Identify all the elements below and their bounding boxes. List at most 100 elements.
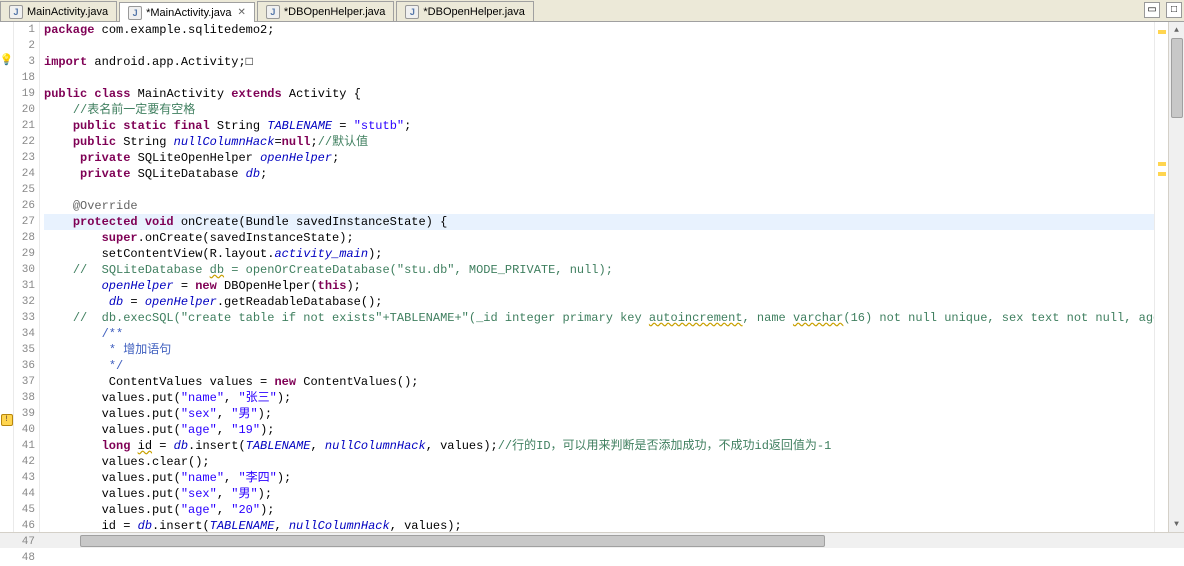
code-line[interactable]: super.onCreate(savedInstanceState); [44, 230, 1154, 246]
code-line[interactable]: //表名前一定要有空格 [44, 102, 1154, 118]
line-marker [0, 517, 13, 532]
line-number: 18 [14, 70, 39, 86]
line-number: 48 [14, 550, 39, 566]
line-number: 22 [14, 134, 39, 150]
line-number: 25 [14, 182, 39, 198]
code-line[interactable]: */ [44, 358, 1154, 374]
lightbulb-icon[interactable]: 💡 [1, 54, 13, 66]
line-marker [0, 112, 13, 127]
code-line[interactable]: import android.app.Activity;□ [44, 54, 1154, 70]
line-marker [0, 217, 13, 232]
code-line[interactable]: private SQLiteOpenHelper openHelper; [44, 150, 1154, 166]
code-line[interactable]: values.clear(); [44, 454, 1154, 470]
line-number: 24 [14, 166, 39, 182]
line-marker [0, 187, 13, 202]
code-line[interactable]: values.put("sex", "男"); [44, 406, 1154, 422]
code-line[interactable] [44, 182, 1154, 198]
code-content[interactable]: package com.example.sqlitedemo2; import a… [40, 22, 1154, 532]
line-number: 36 [14, 358, 39, 374]
line-number: 21 [14, 118, 39, 134]
line-marker [0, 37, 13, 52]
line-marker [0, 97, 13, 112]
line-number: 33 [14, 310, 39, 326]
minimize-icon[interactable]: ▭ [1144, 2, 1160, 18]
line-number: 37 [14, 374, 39, 390]
code-line[interactable]: id = db.insert(TABLENAME, nullColumnHack… [44, 518, 1154, 532]
code-line[interactable]: public class MainActivity extends Activi… [44, 86, 1154, 102]
line-marker [0, 472, 13, 487]
line-number: 30 [14, 262, 39, 278]
line-marker [0, 442, 13, 457]
tab-label: *DBOpenHelper.java [423, 6, 525, 18]
java-file-icon: J [128, 6, 142, 20]
line-number: 19 [14, 86, 39, 102]
code-line[interactable]: db = openHelper.getReadableDatabase(); [44, 294, 1154, 310]
code-line[interactable]: // db.execSQL("create table if not exist… [44, 310, 1154, 326]
code-line[interactable]: public String nullColumnHack=null;//默认值 [44, 134, 1154, 150]
line-marker [0, 367, 13, 382]
line-number: 20 [14, 102, 39, 118]
code-line[interactable]: setContentView(R.layout.activity_main); [44, 246, 1154, 262]
java-file-icon: J [266, 5, 280, 19]
code-line[interactable]: /** [44, 326, 1154, 342]
java-file-icon: J [9, 5, 23, 19]
line-marker [0, 67, 13, 82]
line-marker [0, 382, 13, 397]
vertical-scrollbar[interactable]: ▲ ▼ [1168, 22, 1184, 532]
code-line[interactable] [44, 70, 1154, 86]
tab-0[interactable]: J MainActivity.java [0, 1, 117, 21]
line-marker [0, 427, 13, 442]
code-line[interactable] [44, 38, 1154, 54]
warning-icon[interactable]: ! [1, 414, 13, 426]
line-marker [0, 262, 13, 277]
line-marker [0, 337, 13, 352]
code-line[interactable]: values.put("age", "20"); [44, 502, 1154, 518]
scroll-up-icon[interactable]: ▲ [1169, 22, 1184, 38]
line-number: 35 [14, 342, 39, 358]
horizontal-scrollbar[interactable] [0, 532, 1184, 548]
code-line[interactable]: values.put("name", "李四"); [44, 470, 1154, 486]
scroll-down-icon[interactable]: ▼ [1169, 516, 1184, 532]
hscroll-thumb[interactable] [80, 535, 825, 547]
code-line[interactable]: public static final String TABLENAME = "… [44, 118, 1154, 134]
code-line[interactable]: values.put("name", "张三"); [44, 390, 1154, 406]
line-number: 40 [14, 422, 39, 438]
line-number: 2 [14, 38, 39, 54]
overview-marker[interactable] [1158, 162, 1166, 166]
code-line[interactable]: openHelper = new DBOpenHelper(this); [44, 278, 1154, 294]
close-icon[interactable]: ✕ [238, 7, 246, 18]
tab-3[interactable]: J *DBOpenHelper.java [396, 1, 534, 21]
line-number: 26 [14, 198, 39, 214]
line-marker: ! [0, 412, 13, 427]
maximize-icon[interactable]: □ [1166, 2, 1182, 18]
tab-label: MainActivity.java [27, 6, 108, 18]
line-number: 3 [14, 54, 39, 70]
scroll-thumb[interactable] [1171, 38, 1183, 118]
overview-ruler[interactable] [1154, 22, 1168, 532]
line-number: 1 [14, 22, 39, 38]
tab-2[interactable]: J*DBOpenHelper.java [257, 1, 395, 21]
tab-1[interactable]: J*MainActivity.java✕ [119, 2, 255, 22]
line-numbers: 1231819202122232425262728293031323334353… [14, 22, 40, 532]
java-file-icon: J [405, 5, 419, 19]
code-line[interactable]: private SQLiteDatabase db; [44, 166, 1154, 182]
line-number: 32 [14, 294, 39, 310]
code-line[interactable]: values.put("age", "19"); [44, 422, 1154, 438]
overview-marker[interactable] [1158, 30, 1166, 34]
line-marker [0, 157, 13, 172]
line-marker [0, 397, 13, 412]
line-number: 29 [14, 246, 39, 262]
code-line[interactable]: ContentValues values = new ContentValues… [44, 374, 1154, 390]
code-line[interactable]: values.put("sex", "男"); [44, 486, 1154, 502]
line-marker [0, 202, 13, 217]
code-line[interactable]: // SQLiteDatabase db = openOrCreateDatab… [44, 262, 1154, 278]
code-line[interactable]: @Override [44, 198, 1154, 214]
code-line[interactable]: protected void onCreate(Bundle savedInst… [44, 214, 1154, 230]
overview-marker[interactable] [1158, 172, 1166, 176]
code-line[interactable]: long id = db.insert(TABLENAME, nullColum… [44, 438, 1154, 454]
line-marker [0, 232, 13, 247]
line-marker [0, 352, 13, 367]
code-line[interactable]: package com.example.sqlitedemo2; [44, 22, 1154, 38]
line-number: 42 [14, 454, 39, 470]
code-line[interactable]: * 增加语句 [44, 342, 1154, 358]
